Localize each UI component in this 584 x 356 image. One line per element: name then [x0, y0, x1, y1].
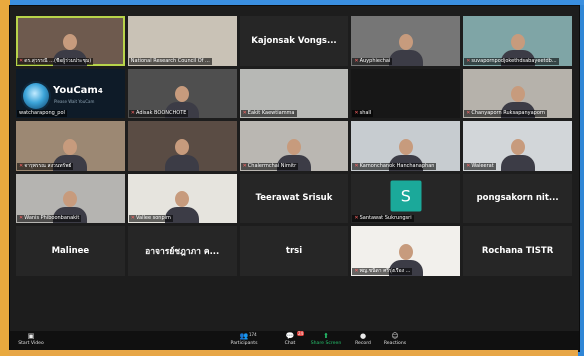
participant-tile[interactable]: ✕พญ.ชนิดา ศรีรุ่งเรือง ...	[351, 226, 461, 276]
record-button[interactable]: ● Record	[350, 331, 376, 351]
mic-muted-icon: ✕	[354, 57, 359, 64]
chat-icon: 💬	[285, 332, 295, 340]
participant-tile[interactable]: National Research Council Of ...	[127, 16, 237, 66]
participant-tile[interactable]: ✕Chanyaporn Ruksapanyaporn	[463, 68, 572, 118]
record-icon: ●	[359, 332, 367, 340]
mic-muted-icon: ✕	[466, 110, 471, 116]
mic-muted-icon: ✕	[242, 110, 247, 116]
participant-tile[interactable]: ✕Wanis Phiboonbanakit	[16, 173, 125, 223]
mic-muted-icon: ✕	[354, 215, 359, 221]
participant-tile[interactable]: Teerawat Srisuk	[239, 173, 349, 223]
participant-tile[interactable]: อาจารย์ชฎาภา ค...	[127, 226, 237, 276]
participant-video	[165, 138, 200, 171]
participant-name-label: ✕suvapornpodjokethdsabayeetdb...	[464, 57, 559, 65]
participant-name: Malinee	[51, 245, 90, 256]
participant-tile[interactable]: ✕Auyphiechai	[351, 16, 461, 66]
participant-name-label: watcharapong_pol	[17, 110, 67, 117]
participants-button[interactable]: 👥 Participants 174	[224, 331, 264, 351]
mic-muted-icon: ✕	[466, 162, 471, 169]
participant-tile[interactable]: ✕Adisak BOONCHOTE	[127, 68, 237, 118]
participant-name: trsi	[285, 245, 303, 256]
zoom-meeting-window: ✕ดร.สุวรรณี ...(ชื่อผู้ร่วมประชุม) Nation…	[9, 5, 580, 352]
participant-name-label: ✕จารุพรรณ สงวนทรัพย์	[17, 162, 74, 170]
participant-tile[interactable]: pongsakorn nit...	[463, 173, 572, 223]
mic-muted-icon: ✕	[354, 267, 359, 274]
gallery-grid: ✕ดร.สุวรรณี ...(ชื่อผู้ร่วมประชุม) Nation…	[16, 16, 572, 328]
participant-tile[interactable]: ✕Vallee sonpim	[127, 173, 237, 223]
reactions-button[interactable]: ☺ Reactions	[380, 331, 410, 351]
participant-name-label: ✕Waleerat	[464, 162, 496, 170]
participant-name-label: ✕Chalermchai Nimitr	[240, 162, 299, 170]
start-video-button[interactable]: ▣ Start Video	[16, 331, 46, 351]
participant-tile[interactable]	[127, 121, 237, 171]
participant-name-label: ✕Vallee sonpim	[128, 215, 173, 222]
meeting-toolbar: ▣ Start Video 👥 Participants 174 💬 24 Ch…	[10, 331, 579, 351]
participant-tile[interactable]: Rochana TISTR	[463, 226, 572, 276]
people-icon: 👥	[239, 332, 249, 340]
participant-tile[interactable]: ✕suvapornpodjokethdsabayeetdb...	[463, 16, 572, 66]
youcam-subtitle: Please Wait YouCam	[54, 98, 95, 104]
mic-muted-icon: ✕	[242, 162, 247, 169]
participant-tile[interactable]: YouCam4 Please Wait YouCam watcharapong_po…	[16, 68, 125, 118]
participant-name-label: ✕Eakit Kaewtiamma	[240, 110, 297, 117]
participant-name-label: ✕shall	[352, 110, 374, 117]
participant-tile[interactable]: ✕Kamonchanok Hanchanaphan	[351, 121, 461, 171]
participant-tile[interactable]: ✕Chalermchai Nimitr	[239, 121, 349, 171]
mic-muted-icon: ✕	[19, 215, 24, 221]
participant-tile[interactable]: ✕Eakit Kaewtiamma	[239, 68, 349, 118]
share-screen-button[interactable]: ⬆ Share Screen	[308, 331, 344, 351]
participant-name-label: ✕Adisak BOONCHOTE	[128, 110, 189, 117]
participant-tile[interactable]: trsi	[239, 226, 349, 276]
participant-video	[388, 33, 423, 66]
participant-name-label: ✕ดร.สุวรรณี ...(ชื่อผู้ร่วมประชุม)	[17, 57, 94, 65]
chat-button[interactable]: 💬 24 Chat	[278, 331, 305, 351]
mic-muted-icon: ✕	[130, 110, 135, 116]
participant-name-label: ✕Kamonchanok Hanchanaphan	[352, 162, 437, 170]
participant-name-label: National Research Council Of ...	[128, 57, 212, 65]
participant-tile[interactable]: S ✕Santawat Sukrungsri	[351, 173, 461, 223]
window-bottom-strip	[9, 350, 578, 356]
youcam-logo-icon	[23, 82, 49, 109]
participant-name: อาจารย์ชฎาภา ค...	[145, 246, 220, 257]
mic-muted-icon: ✕	[354, 110, 359, 116]
participant-name: Rochana TISTR	[481, 245, 554, 256]
participant-name: Kajonsak Vongs...	[251, 35, 337, 46]
participant-name-label: ✕Chanyaporn Ruksapanyaporn	[464, 110, 548, 117]
participant-tile[interactable]: ✕จารุพรรณ สงวนทรัพย์	[16, 121, 125, 171]
video-off-icon: ▣	[27, 332, 35, 340]
participant-tile[interactable]: Kajonsak Vongs...	[239, 16, 349, 66]
participant-video	[500, 138, 535, 171]
reactions-icon: ☺	[391, 332, 399, 340]
share-screen-icon: ⬆	[323, 332, 329, 340]
mic-muted-icon: ✕	[354, 162, 359, 169]
participant-tile[interactable]: ✕ดร.สุวรรณี ...(ชื่อผู้ร่วมประชุม)	[16, 16, 125, 66]
avatar: S	[390, 180, 422, 212]
participant-name-label: ✕Santawat Sukrungsri	[352, 215, 414, 222]
participant-name-label: ✕Auyphiechai	[352, 57, 393, 65]
participant-tile[interactable]: ✕shall	[351, 68, 461, 118]
participant-name-label: ✕Wanis Phiboonbanakit	[17, 215, 82, 222]
youcam-brand: YouCam4	[53, 84, 103, 96]
participant-tile[interactable]: Malinee	[16, 226, 125, 276]
participant-name: pongsakorn nit...	[476, 193, 559, 204]
participant-tile[interactable]: ✕Waleerat	[463, 121, 572, 171]
mic-muted-icon: ✕	[466, 57, 471, 64]
chat-badge: 24	[297, 331, 305, 336]
participant-name-label: ✕พญ.ชนิดา ศรีรุ่งเรือง ...	[352, 267, 413, 275]
participants-count: 174	[249, 332, 257, 337]
mic-muted-icon: ✕	[130, 215, 135, 221]
participant-name: Teerawat Srisuk	[255, 193, 333, 204]
participants-label: Participants	[230, 341, 258, 346]
mic-muted-icon: ✕	[19, 162, 24, 169]
mic-muted-icon: ✕	[19, 57, 24, 64]
